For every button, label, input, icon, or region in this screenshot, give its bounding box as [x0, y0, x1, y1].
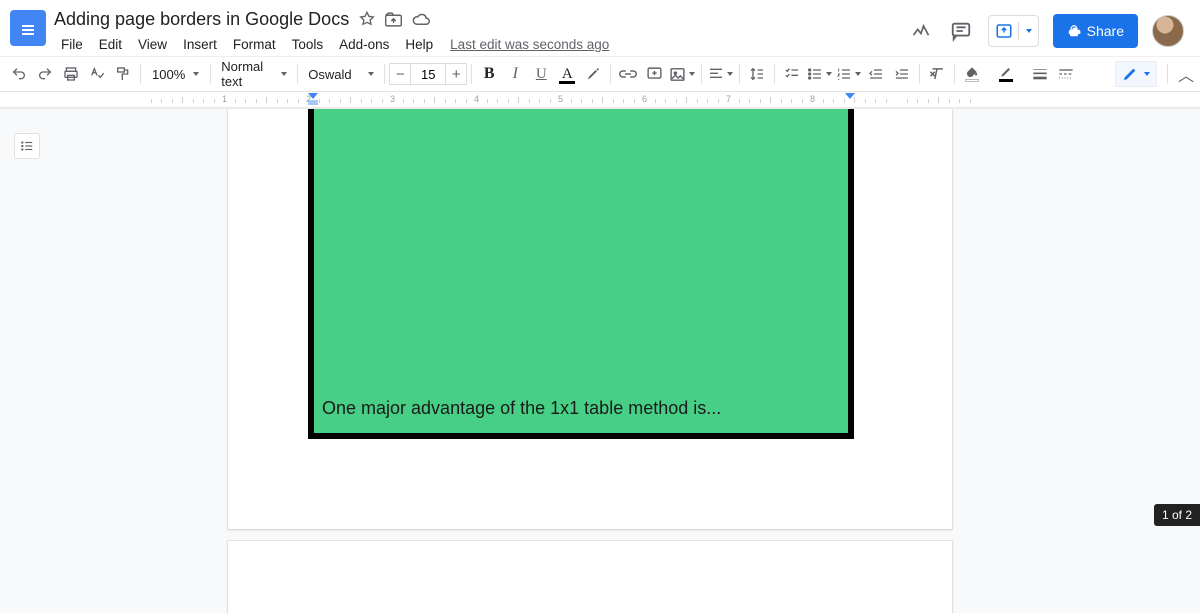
title-area: Adding page borders in Google Docs File …	[54, 8, 908, 56]
star-icon[interactable]	[359, 11, 375, 27]
menu-file[interactable]: File	[54, 35, 90, 54]
clear-formatting-button[interactable]	[924, 61, 950, 87]
collapse-toolbar-button[interactable]: ︿	[1178, 62, 1194, 86]
spellcheck-button[interactable]	[84, 61, 110, 87]
outdent-button[interactable]	[863, 61, 889, 87]
bold-button[interactable]: B	[476, 61, 502, 87]
menu-tools[interactable]: Tools	[285, 35, 331, 54]
zoom-value: 100%	[152, 67, 185, 82]
image-button[interactable]	[667, 61, 697, 87]
toolbar: 100% Normal text Oswald − 15 + B I U A ︿	[0, 56, 1200, 92]
numbered-list-button[interactable]	[834, 61, 863, 87]
page-2[interactable]: when you cross to a new page, the table …	[228, 541, 952, 613]
border-style-button[interactable]	[1053, 61, 1079, 87]
italic-button[interactable]: I	[502, 61, 528, 87]
font-value: Oswald	[308, 67, 351, 82]
table-cell-page1[interactable]: One major advantage of the 1x1 table met…	[308, 108, 854, 439]
canvas[interactable]: One major advantage of the 1x1 table met…	[0, 108, 1200, 613]
page-1[interactable]: One major advantage of the 1x1 table met…	[228, 109, 952, 529]
menu-bar: File Edit View Insert Format Tools Add-o…	[54, 32, 908, 56]
share-button[interactable]: Share	[1053, 14, 1138, 48]
highlight-button[interactable]	[580, 61, 606, 87]
share-label: Share	[1087, 23, 1124, 39]
ruler-number: 3	[390, 94, 395, 104]
fill-color-button[interactable]	[959, 61, 985, 87]
font-size-increase[interactable]: +	[445, 63, 467, 85]
activity-icon[interactable]	[908, 18, 934, 44]
menu-addons[interactable]: Add-ons	[332, 35, 396, 54]
link-button[interactable]	[615, 61, 641, 87]
comment-button[interactable]	[641, 61, 667, 87]
table-cell-text-1: One major advantage of the 1x1 table met…	[322, 398, 721, 419]
print-button[interactable]	[58, 61, 84, 87]
font-family-dropdown[interactable]: Oswald	[302, 67, 380, 82]
font-size-decrease[interactable]: −	[389, 63, 411, 85]
redo-button[interactable]	[32, 61, 58, 87]
style-value: Normal text	[221, 59, 279, 89]
font-size-control: − 15 +	[389, 63, 467, 85]
align-button[interactable]	[706, 61, 735, 87]
menu-insert[interactable]: Insert	[176, 35, 224, 54]
page-indicator: 1 of 2	[1154, 504, 1200, 526]
present-button[interactable]	[988, 15, 1039, 47]
ruler-number: 1	[222, 94, 227, 104]
indent-button[interactable]	[889, 61, 915, 87]
indent-marker-right[interactable]	[844, 92, 856, 106]
header: Adding page borders in Google Docs File …	[0, 0, 1200, 56]
font-size-input[interactable]: 15	[411, 63, 445, 85]
menu-view[interactable]: View	[131, 35, 174, 54]
move-icon[interactable]	[385, 12, 402, 27]
docs-logo[interactable]	[10, 10, 46, 46]
menu-edit[interactable]: Edit	[92, 35, 129, 54]
mode-dropdown[interactable]	[1115, 61, 1157, 87]
line-spacing-button[interactable]	[744, 61, 770, 87]
ruler-number: 6	[642, 94, 647, 104]
ruler-number: 7	[726, 94, 731, 104]
border-color-button[interactable]	[993, 61, 1019, 87]
zoom-dropdown[interactable]: 100%	[145, 62, 206, 86]
indent-marker-left[interactable]	[307, 92, 319, 106]
undo-button[interactable]	[6, 61, 32, 87]
paragraph-style-dropdown[interactable]: Normal text	[215, 59, 293, 89]
paint-format-button[interactable]	[110, 61, 136, 87]
border-width-button[interactable]	[1027, 61, 1053, 87]
header-right: Share	[908, 8, 1190, 48]
outline-toggle-button[interactable]	[14, 133, 40, 159]
last-edit-link[interactable]: Last edit was seconds ago	[450, 37, 609, 52]
menu-format[interactable]: Format	[226, 35, 283, 54]
doc-title[interactable]: Adding page borders in Google Docs	[54, 9, 349, 30]
ruler[interactable]: 12345678	[0, 92, 1200, 108]
comments-icon[interactable]	[948, 18, 974, 44]
menu-help[interactable]: Help	[398, 35, 440, 54]
bulleted-list-button[interactable]	[805, 61, 834, 87]
ruler-number: 4	[474, 94, 479, 104]
avatar[interactable]	[1152, 15, 1184, 47]
cloud-icon[interactable]	[412, 12, 430, 26]
underline-button[interactable]: U	[528, 61, 554, 87]
text-color-button[interactable]: A	[554, 61, 580, 87]
checklist-button[interactable]	[779, 61, 805, 87]
ruler-number: 8	[810, 94, 815, 104]
ruler-number: 5	[558, 94, 563, 104]
